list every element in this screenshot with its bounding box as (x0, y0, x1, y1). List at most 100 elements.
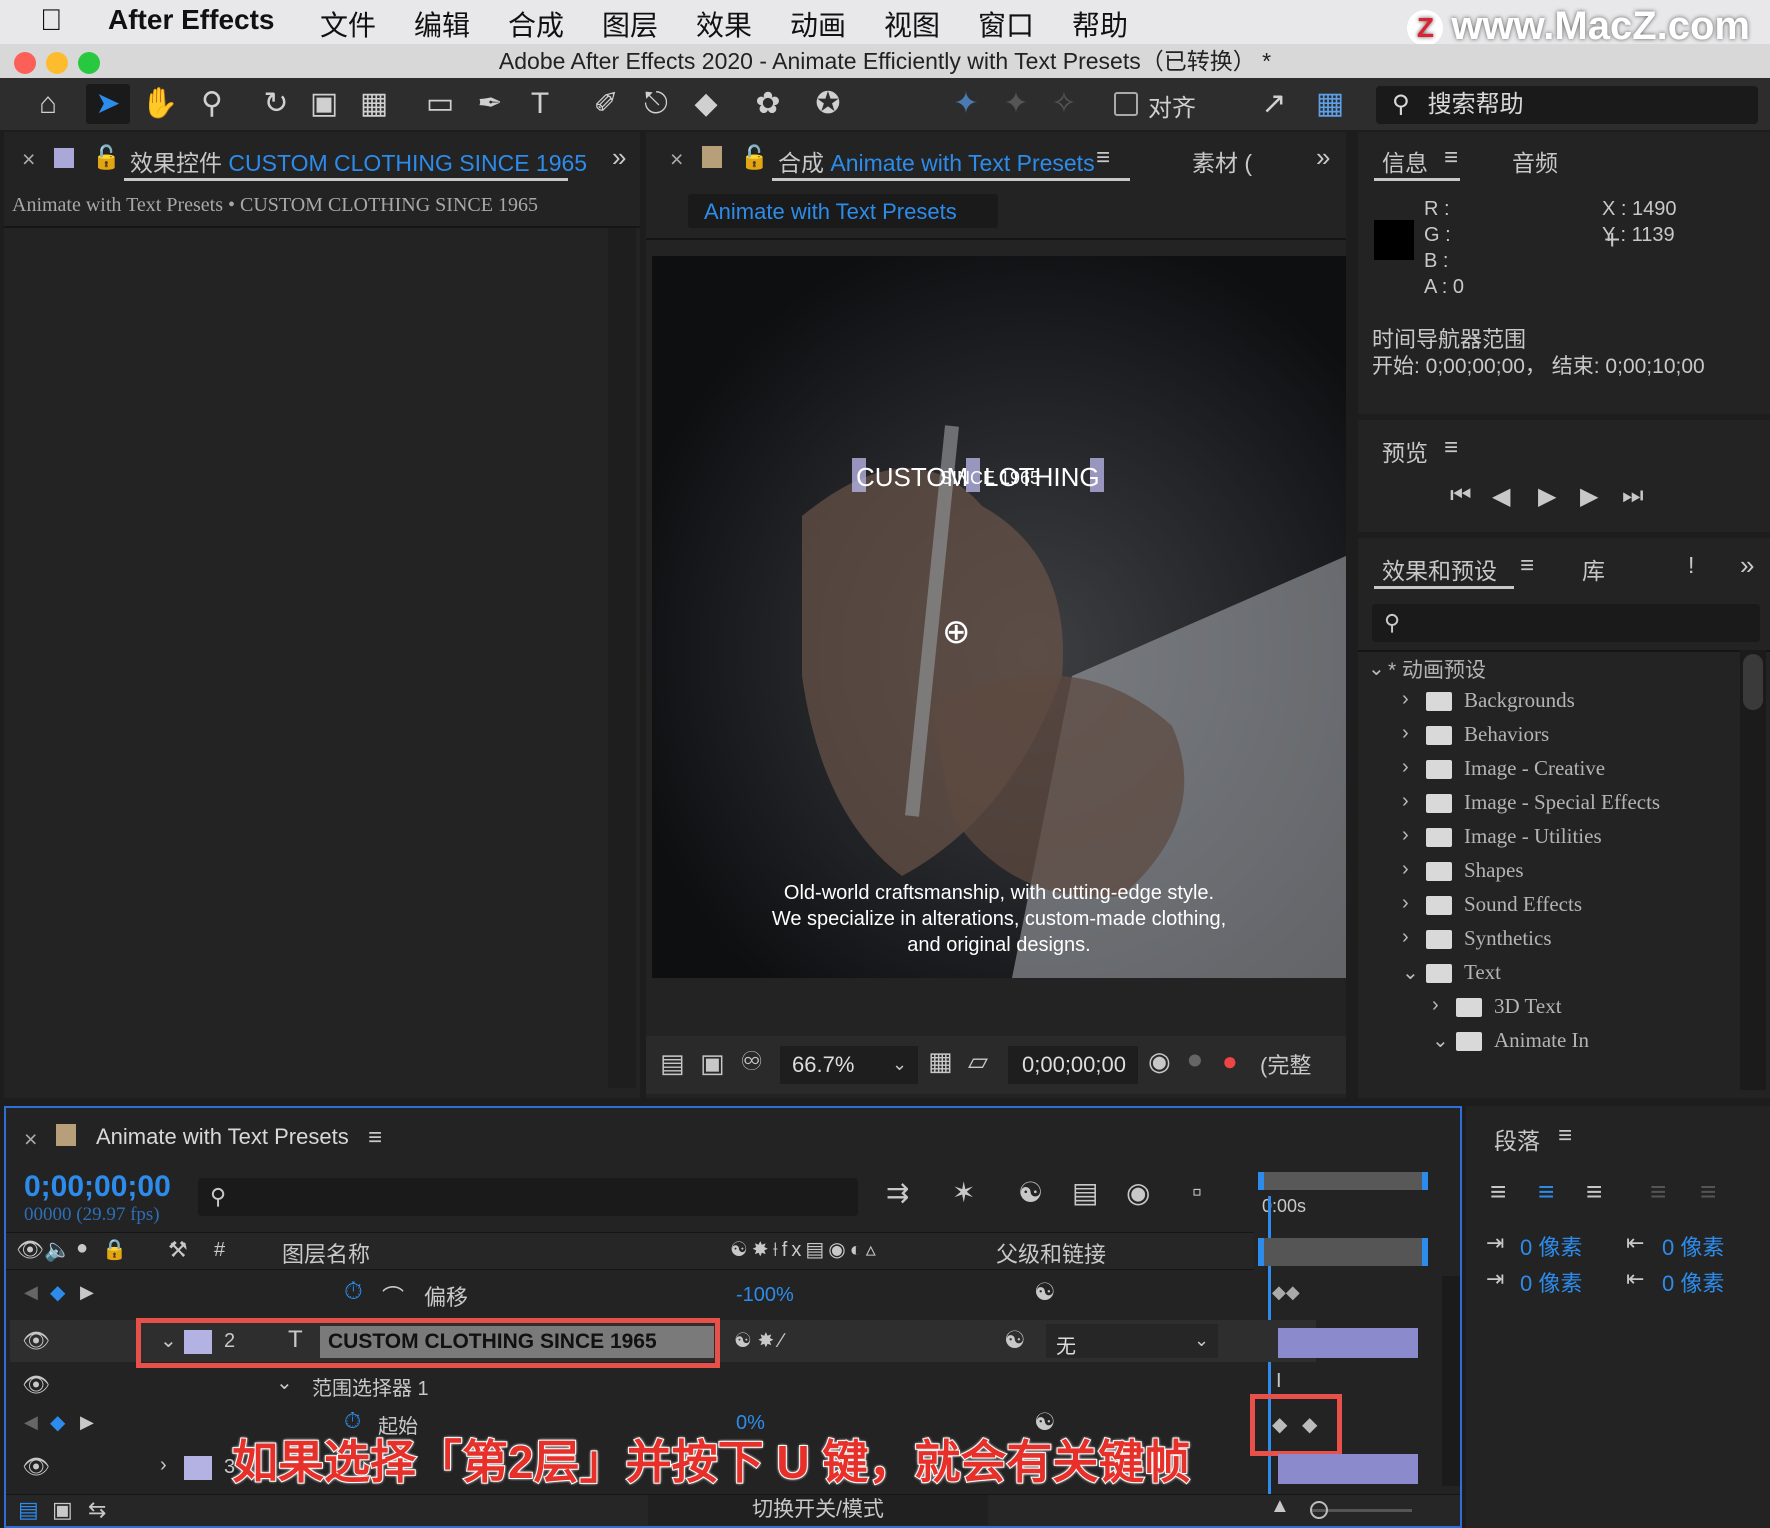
work-area-bar[interactable] (1258, 1172, 1428, 1190)
prev-frame-icon[interactable]: ◀ (1492, 482, 1510, 511)
zoom-tool-icon[interactable]: ⚲ (190, 84, 234, 124)
close-tab-icon[interactable]: × (24, 1126, 37, 1153)
anchor-point-icon[interactable]: ⊕ (942, 612, 971, 652)
snapshot-icon[interactable]: ◉ (1148, 1046, 1171, 1077)
chevron-right-icon[interactable]: › (1402, 824, 1409, 847)
scrollbar-thumb[interactable] (1743, 654, 1763, 710)
lock-icon[interactable]: 🔒 (102, 1237, 127, 1262)
next-keyframe-icon[interactable]: ▶ (80, 1412, 94, 1433)
frame-blending-icon[interactable]: ▤ (1072, 1176, 1098, 1209)
zoom-slider-thumb[interactable] (1310, 1501, 1328, 1519)
tab-menu-icon[interactable]: ≡ (1444, 144, 1458, 172)
layer-duration-bar[interactable] (1278, 1454, 1418, 1484)
view-axis-icon[interactable]: ✧ (1042, 84, 1086, 124)
solo-icon[interactable]: ● (76, 1237, 88, 1260)
home-icon[interactable]: ⌂ (26, 84, 70, 124)
add-keyframe-icon[interactable]: ◆ (50, 1280, 65, 1305)
scrollbar[interactable] (1740, 650, 1766, 1090)
eye-icon[interactable]: 👁 (16, 1237, 44, 1263)
effects-search-input[interactable]: ⚲ (1372, 604, 1760, 642)
justify-left-icon[interactable]: ≡ (1650, 1176, 1666, 1208)
pen-tool-icon[interactable]: ✒ (468, 84, 512, 124)
world-axis-icon[interactable]: ✦ (994, 84, 1038, 124)
expand-icon[interactable]: ↗ (1252, 84, 1296, 124)
menu-help[interactable]: 帮助 (1072, 4, 1128, 44)
comp-flowchart-tab[interactable]: Animate with Text Presets (688, 194, 998, 228)
next-frame-icon[interactable]: ▶ (1580, 482, 1598, 511)
pickwhip-icon[interactable]: ☯ (1034, 1278, 1056, 1307)
tab-effects-presets[interactable]: 效果和预设 (1382, 552, 1497, 586)
play-icon[interactable]: ▶ (1538, 482, 1556, 511)
local-axis-icon[interactable]: ✦ (944, 84, 988, 124)
effect-controls-tab[interactable]: 效果控件 CUSTOM CLOTHING SINCE 1965 (130, 144, 587, 178)
type-tool-icon[interactable]: T (518, 84, 562, 124)
parent-select[interactable]: 无 ⌄ (1046, 1324, 1218, 1358)
always-preview-icon[interactable]: ▤ (660, 1048, 685, 1079)
tab-more[interactable]: ! (1688, 552, 1694, 579)
puppet-pin-tool-icon[interactable]: ✪ (806, 84, 850, 124)
prev-keyframe-icon[interactable]: ◀ (24, 1412, 38, 1433)
minimize-window-icon[interactable] (46, 52, 68, 74)
graph-icon[interactable]: ⌒ (382, 1280, 404, 1312)
rectangle-tool-icon[interactable]: ▭ (418, 84, 462, 124)
rotate-tool-icon[interactable]: ↻ (254, 84, 298, 124)
timeline-timecode[interactable]: 0;00;00;00 (24, 1170, 171, 1204)
toggle-switches-mode[interactable]: 切换开关/模式 (648, 1495, 988, 1525)
label-icon[interactable]: ⚒ (168, 1237, 188, 1263)
close-tab-icon[interactable]: × (22, 146, 35, 173)
search-help-input[interactable]: ⚲ 搜索帮助 (1376, 86, 1758, 124)
in-out-icon[interactable]: ⇆ (88, 1497, 106, 1523)
stopwatch-icon[interactable]: ⏱ (344, 1278, 363, 1306)
align-left-icon[interactable]: ≡ (1490, 1176, 1506, 1208)
roto-brush-tool-icon[interactable]: ✿ (746, 84, 790, 124)
preset-folder-item[interactable]: Behaviors (1464, 722, 1549, 747)
preset-folder-item[interactable]: Image - Special Effects (1464, 790, 1660, 815)
preset-folder-item[interactable]: Synthetics (1464, 926, 1552, 951)
preset-folder-item[interactable]: Sound Effects (1464, 892, 1582, 917)
prev-keyframe-icon[interactable]: ◀ (24, 1282, 38, 1303)
space-before-value[interactable]: 0 像素 (1662, 1230, 1724, 1262)
switches-icons[interactable]: ☯✸⟊fx▤◉◐▵ (730, 1237, 880, 1262)
next-keyframe-icon[interactable]: ▶ (80, 1282, 94, 1303)
region-icon[interactable]: ▱ (968, 1046, 988, 1077)
first-frame-icon[interactable]: ⏮ (1450, 482, 1472, 510)
audio-icon[interactable]: 🔈 (44, 1237, 71, 1263)
tab-menu-icon[interactable]: ≡ (368, 1124, 382, 1152)
channel-icon[interactable]: ● (1222, 1046, 1238, 1077)
pan-behind-tool-icon[interactable]: ▦ (352, 84, 396, 124)
timeline-scrollbar[interactable] (1442, 1276, 1460, 1486)
chevron-down-icon[interactable]: ⌄ (276, 1370, 293, 1395)
chevron-right-icon[interactable]: › (1432, 994, 1439, 1017)
close-window-icon[interactable] (14, 52, 36, 74)
tab-preview[interactable]: 预览 (1382, 434, 1428, 468)
eye-icon[interactable]: 👁 (22, 1328, 50, 1354)
col-layer-name[interactable]: 图层名称 (282, 1237, 370, 1269)
add-keyframe-icon[interactable]: ◆ (50, 1410, 65, 1435)
menu-view[interactable]: 视图 (884, 4, 940, 44)
menu-layer[interactable]: 图层 (602, 4, 658, 44)
keyframe-icon[interactable]: ◆◆ (1272, 1282, 1300, 1303)
align-right-icon[interactable]: ≡ (1586, 1176, 1602, 1208)
tab-menu-icon[interactable]: ≡ (1096, 144, 1110, 172)
composition-viewer[interactable]: CUSTOM SINCE 1965 LOTHING ⊕ Old-world cr… (652, 256, 1346, 978)
first-line-indent-value[interactable]: 0 像素 (1520, 1266, 1582, 1298)
tab-paragraph[interactable]: 段落 (1494, 1122, 1540, 1156)
align-center-icon[interactable]: ≡ (1538, 1176, 1554, 1208)
panel-overflow-icon[interactable]: » (612, 142, 626, 173)
chevron-right-icon[interactable]: › (1402, 756, 1409, 779)
lock-icon[interactable]: 🔓 (92, 144, 121, 171)
camera-tool-icon[interactable]: ▣ (302, 84, 346, 124)
current-time-display[interactable]: 0;00;00;00 (1008, 1046, 1138, 1084)
tab-menu-icon[interactable]: ≡ (1444, 434, 1458, 462)
resolution-select[interactable]: (完整 (1260, 1048, 1311, 1080)
eraser-tool-icon[interactable]: ◆ (684, 84, 728, 124)
grid-icon[interactable]: ▦ (928, 1046, 953, 1077)
layer-duration-bar[interactable] (1278, 1328, 1418, 1358)
layer-color-swatch[interactable] (184, 1456, 212, 1480)
mask-view-icon[interactable]: ♾ (740, 1046, 763, 1077)
hand-tool-icon[interactable]: ✋ (138, 84, 182, 124)
panel-overflow-icon[interactable]: » (1740, 550, 1754, 581)
brush-tool-icon[interactable]: ✐ (584, 84, 628, 124)
chevron-right-icon[interactable]: › (1402, 892, 1409, 915)
transfer-controls-icon[interactable]: ▣ (52, 1497, 73, 1523)
